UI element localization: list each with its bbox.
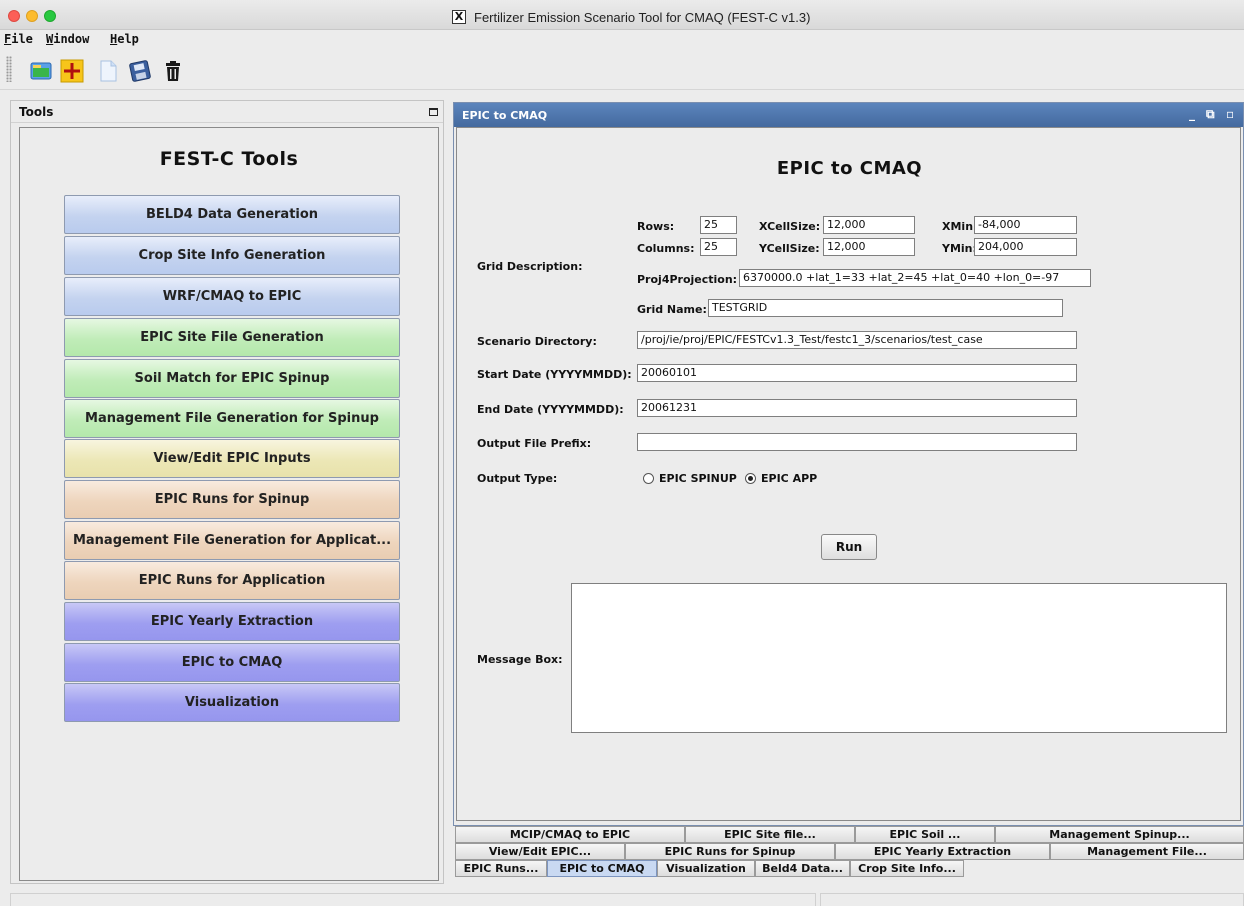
tools-heading: FEST-C Tools <box>159 148 299 170</box>
tab-crop-site-info[interactable]: Crop Site Info... <box>850 860 964 877</box>
trash-icon <box>166 61 180 81</box>
ymin-label: YMin: <box>942 242 977 255</box>
xcellsize-input[interactable]: 12,000 <box>823 216 915 234</box>
ycellsize-label: YCellSize: <box>759 242 820 255</box>
tool-beld4-data-generation[interactable]: BELD4 Data Generation <box>64 195 400 234</box>
tool-management-file-spinup[interactable]: Management File Generation for Spinup <box>64 399 400 438</box>
start-date-input[interactable]: 20060101 <box>637 364 1077 382</box>
rows-input[interactable]: 25 <box>700 216 737 234</box>
tool-view-edit-epic-inputs[interactable]: View/Edit EPIC Inputs <box>64 439 400 478</box>
open-folder-button[interactable] <box>28 58 52 82</box>
tool-crop-site-info-generation[interactable]: Crop Site Info Generation <box>64 236 400 275</box>
frame-restore-icon[interactable]: ⧉ <box>1206 107 1215 122</box>
window-close-button[interactable] <box>8 10 20 22</box>
tab-view-edit-epic[interactable]: View/Edit EPIC... <box>455 843 625 860</box>
tool-epic-to-cmaq[interactable]: EPIC to CMAQ <box>64 643 400 682</box>
new-file-button[interactable] <box>95 58 119 82</box>
epic-app-label[interactable]: EPIC APP <box>761 472 817 485</box>
add-icon <box>60 59 84 83</box>
epic-app-radio[interactable] <box>745 473 756 484</box>
tab-epic-runs[interactable]: EPIC Runs... <box>455 860 547 877</box>
menu-file[interactable]: File <box>4 32 33 46</box>
frame-title-bar[interactable]: EPIC to CMAQ _ ⧉ ▫ <box>454 103 1243 127</box>
output-type-label: Output Type: <box>477 472 558 485</box>
save-icon <box>129 60 151 82</box>
tab-management-file[interactable]: Management File... <box>1050 843 1244 860</box>
menu-window[interactable]: Window <box>46 32 89 46</box>
tab-mcip-cmaq-to-epic[interactable]: MCIP/CMAQ to EPIC <box>455 826 685 843</box>
tab-visualization[interactable]: Visualization <box>657 860 755 877</box>
grid-name-label: Grid Name: <box>637 303 707 316</box>
menu-bar: File Window Help <box>0 30 1244 48</box>
tab-epic-soil[interactable]: EPIC Soil ... <box>855 826 995 843</box>
tool-wrf-cmaq-to-epic[interactable]: WRF/CMAQ to EPIC <box>64 277 400 316</box>
window-minimize-button[interactable] <box>26 10 38 22</box>
tool-epic-site-file-generation[interactable]: EPIC Site File Generation <box>64 318 400 357</box>
xmin-label: XMin: <box>942 220 978 233</box>
tab-epic-runs-spinup[interactable]: EPIC Runs for Spinup <box>625 843 835 860</box>
tab-beld4-data[interactable]: Beld4 Data... <box>755 860 850 877</box>
tools-panel: Tools FEST-C Tools BELD4 Data Generation… <box>10 100 444 884</box>
tools-panel-header: Tools <box>11 101 443 123</box>
add-button[interactable] <box>59 58 84 83</box>
frame-maximize-icon[interactable]: ▫ <box>1226 107 1234 121</box>
tab-epic-to-cmaq[interactable]: EPIC to CMAQ <box>547 860 657 877</box>
menu-help[interactable]: Help <box>110 32 139 46</box>
epic-spinup-label[interactable]: EPIC SPINUP <box>659 472 737 485</box>
scenario-directory-label: Scenario Directory: <box>477 335 597 348</box>
rows-label: Rows: <box>637 220 675 233</box>
grid-name-input[interactable]: TESTGRID <box>708 299 1063 317</box>
columns-input[interactable]: 25 <box>700 238 737 256</box>
ymin-input[interactable]: 204,000 <box>974 238 1077 256</box>
status-bar-left <box>10 893 816 906</box>
scenario-directory-input[interactable]: /proj/ie/proj/EPIC/FESTCv1.3_Test/festc1… <box>637 331 1077 349</box>
start-date-label: Start Date (YYYYMMDD): <box>477 368 632 381</box>
new-file-icon <box>100 60 117 82</box>
output-prefix-label: Output File Prefix: <box>477 437 592 450</box>
message-box[interactable] <box>571 583 1227 733</box>
end-date-input[interactable]: 20061231 <box>637 399 1077 417</box>
xmin-input[interactable]: -84,000 <box>974 216 1077 234</box>
columns-label: Columns: <box>637 242 695 255</box>
tool-soil-match-spinup[interactable]: Soil Match for EPIC Spinup <box>64 359 400 398</box>
run-button[interactable]: Run <box>821 534 877 560</box>
tab-management-spinup[interactable]: Management Spinup... <box>995 826 1244 843</box>
proj4-input[interactable]: 6370000.0 +lat_1=33 +lat_2=45 +lat_0=40 … <box>739 269 1091 287</box>
epic-spinup-radio[interactable] <box>643 473 654 484</box>
tab-epic-yearly-extraction[interactable]: EPIC Yearly Extraction <box>835 843 1050 860</box>
tool-epic-runs-spinup[interactable]: EPIC Runs for Spinup <box>64 480 400 519</box>
proj4-label: Proj4Projection: <box>637 273 738 286</box>
frame-title: EPIC to CMAQ <box>462 109 548 122</box>
tools-list: FEST-C Tools BELD4 Data Generation Crop … <box>19 127 439 881</box>
delete-button[interactable] <box>160 58 184 82</box>
x11-logo-icon: X <box>452 10 466 24</box>
save-button[interactable] <box>127 58 151 82</box>
ycellsize-input[interactable]: 12,000 <box>823 238 915 256</box>
xcellsize-label: XCellSize: <box>759 220 821 233</box>
frame-minimize-icon[interactable]: _ <box>1189 107 1195 121</box>
tools-panel-title: Tools <box>19 105 54 119</box>
toolbar-grip-icon[interactable] <box>6 56 12 82</box>
tool-epic-runs-application[interactable]: EPIC Runs for Application <box>64 561 400 600</box>
epic-to-cmaq-frame: EPIC to CMAQ _ ⧉ ▫ EPIC to CMAQ Grid Des… <box>453 102 1244 826</box>
tool-visualization[interactable]: Visualization <box>64 683 400 722</box>
frame-body: EPIC to CMAQ Grid Description: Rows: 25 … <box>456 127 1241 821</box>
status-bar-right <box>820 893 1244 906</box>
tool-epic-yearly-extraction[interactable]: EPIC Yearly Extraction <box>64 602 400 641</box>
end-date-label: End Date (YYYYMMDD): <box>477 403 624 416</box>
message-box-label: Message Box: <box>477 653 563 666</box>
tab-epic-site-file[interactable]: EPIC Site file... <box>685 826 855 843</box>
tool-management-file-application[interactable]: Management File Generation for Applicat.… <box>64 521 400 560</box>
frame-heading: EPIC to CMAQ <box>776 158 923 179</box>
window-zoom-button[interactable] <box>44 10 56 22</box>
grid-description-label: Grid Description: <box>477 260 583 273</box>
open-folder-icon <box>30 62 52 80</box>
title-bar: X Fertilizer Emission Scenario Tool for … <box>0 0 1244 30</box>
toolbar <box>0 50 1244 90</box>
output-prefix-input[interactable] <box>637 433 1077 451</box>
window-title: Fertilizer Emission Scenario Tool for CM… <box>474 10 811 25</box>
maximize-icon[interactable] <box>429 108 438 116</box>
